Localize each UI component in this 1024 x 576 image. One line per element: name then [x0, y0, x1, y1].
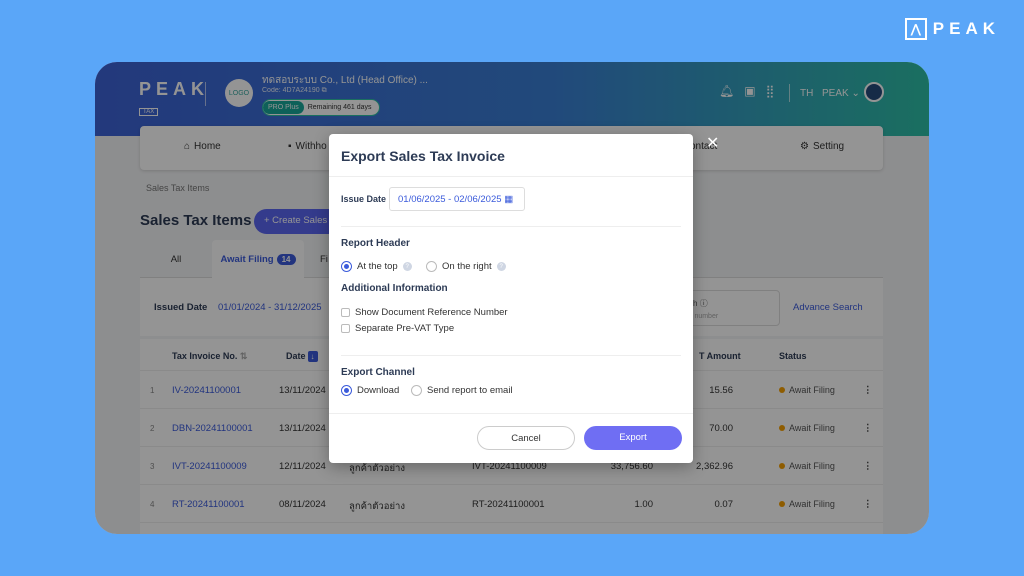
- issue-date-input[interactable]: 01/06/2025 - 02/06/2025 ▦: [389, 187, 525, 211]
- radio-at-top[interactable]: At the top?: [341, 261, 412, 272]
- checkbox-icon: [341, 308, 350, 317]
- radio-selected-icon: [341, 385, 352, 396]
- radio-icon: [411, 385, 422, 396]
- radio-icon: [426, 261, 437, 272]
- peak-logo-icon: ⋀: [904, 18, 927, 40]
- export-modal: Export Sales Tax Invoice Issue Date 01/0…: [329, 134, 693, 463]
- checkbox-icon: [341, 324, 350, 333]
- radio-on-right[interactable]: On the right?: [426, 261, 506, 272]
- checkbox-show-doc-ref[interactable]: Show Document Reference Number: [341, 307, 508, 318]
- additional-info-title: Additional Information: [341, 283, 448, 294]
- report-header-title: Report Header: [341, 238, 410, 249]
- help-icon: ?: [402, 262, 412, 271]
- help-icon: ?: [496, 262, 506, 271]
- close-icon[interactable]: ✕: [706, 133, 719, 153]
- export-button[interactable]: Export: [584, 426, 682, 450]
- cancel-button[interactable]: Cancel: [477, 426, 575, 450]
- modal-title: Export Sales Tax Invoice: [329, 134, 693, 177]
- brand-text: PEAK: [932, 19, 1000, 38]
- issue-date-label: Issue Date: [341, 194, 387, 204]
- export-channel-title: Export Channel: [341, 367, 415, 378]
- radio-send-email[interactable]: Send report to email: [411, 385, 513, 396]
- modal-footer: Cancel Export: [329, 413, 693, 463]
- peak-brand: ⋀ PEAK: [904, 18, 1000, 40]
- radio-selected-icon: [341, 261, 352, 272]
- divider: [341, 355, 681, 356]
- divider: [341, 226, 681, 227]
- radio-download[interactable]: Download: [341, 385, 399, 396]
- calendar-icon: ▦: [504, 194, 514, 205]
- checkbox-separate-pre-vat[interactable]: Separate Pre-VAT Type: [341, 323, 454, 334]
